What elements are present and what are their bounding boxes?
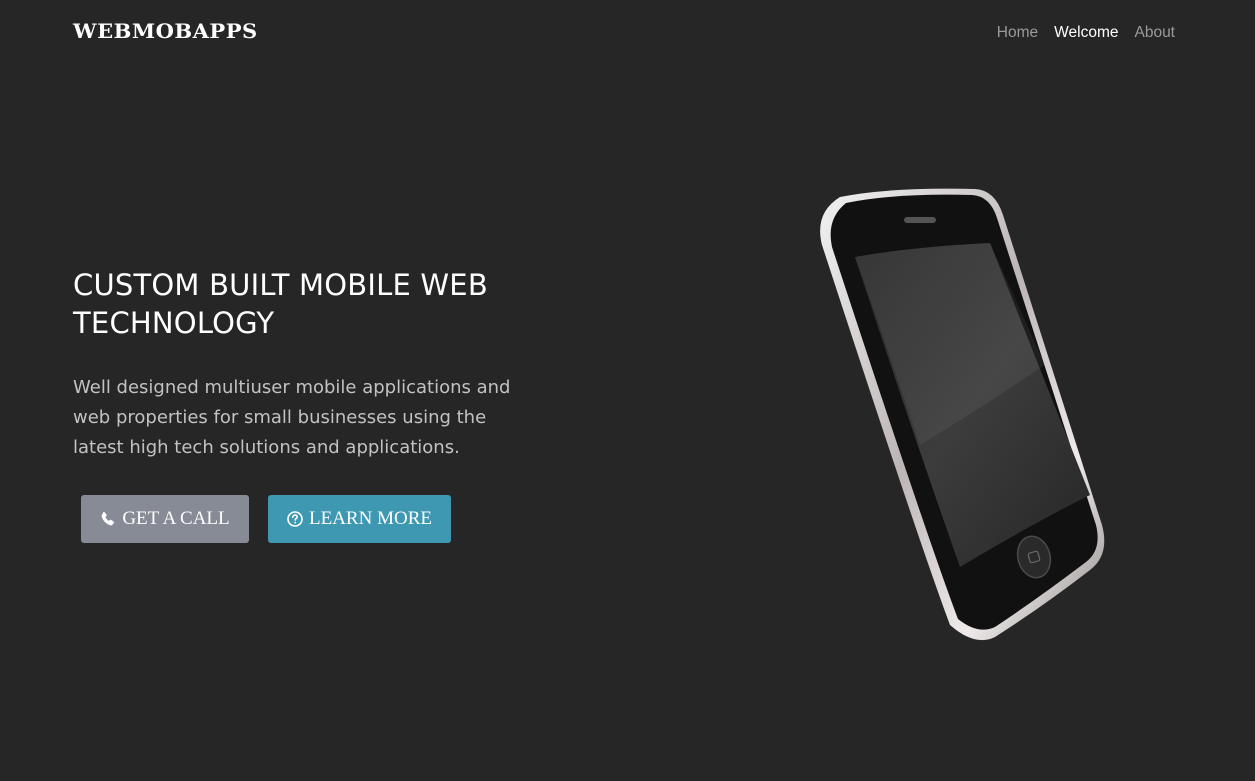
smartphone-illustration — [800, 185, 1120, 645]
learn-more-button[interactable]: LEARN MORE — [268, 495, 451, 543]
hero-title: CUSTOM BUILT MOBILE WEB TECHNOLOGY — [73, 268, 488, 340]
get-a-call-label: GET A CALL — [122, 508, 230, 529]
navbar: WEBMOBAPPS Home Welcome About — [0, 0, 1255, 68]
brand-logo[interactable]: WEBMOBAPPS — [73, 19, 258, 43]
question-circle-icon — [287, 511, 303, 527]
nav-menu: Home Welcome About — [997, 24, 1175, 42]
nav-item-about[interactable]: About — [1134, 24, 1175, 42]
hero-description: Well designed multiuser mobile applicati… — [73, 377, 511, 458]
get-a-call-button[interactable]: GET A CALL — [81, 495, 249, 543]
phone-icon — [100, 511, 116, 527]
nav-item-welcome[interactable]: Welcome — [1054, 24, 1118, 42]
nav-item-home[interactable]: Home — [997, 24, 1038, 42]
learn-more-label: LEARN MORE — [309, 508, 432, 529]
